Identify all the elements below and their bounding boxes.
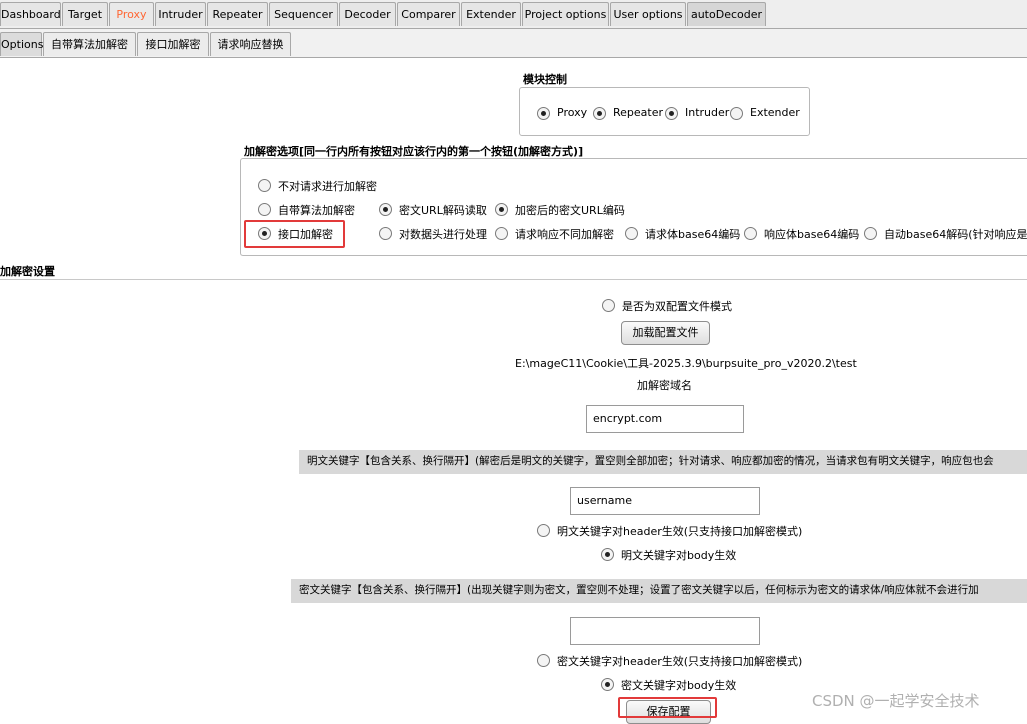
header-process-label: 对数据头进行处理 [399, 228, 487, 241]
dual-config-label: 是否为双配置文件模式 [622, 300, 732, 313]
settings-title: 加解密设置 [0, 265, 55, 278]
module-control-title: 模块控制 [523, 73, 567, 86]
module-intruder-label: Intruder [685, 106, 730, 119]
tab-intruder[interactable]: Intruder [155, 2, 206, 26]
cipher-header-label: 密文关键字对header生效(只支持接口加解密模式) [557, 655, 803, 668]
encdec-options-title: 加解密选项[同一行内所有按钮对应该行内的第一个按钮(加解密方式)] [244, 145, 584, 158]
plain-header-label: 明文关键字对header生效(只支持接口加解密模式) [557, 525, 803, 538]
plain-body-radio[interactable] [601, 548, 614, 561]
module-proxy-radio[interactable] [537, 107, 550, 120]
diff-req-resp-label: 请求响应不同加解密 [515, 228, 614, 241]
highlight-save-config [618, 697, 717, 718]
tab-proxy[interactable]: Proxy [109, 2, 154, 26]
builtin-encdec-label: 自带算法加解密 [278, 204, 355, 217]
header-process-radio[interactable] [379, 227, 392, 240]
tab-comparer[interactable]: Comparer [397, 2, 460, 26]
req-body-b64-radio[interactable] [625, 227, 638, 240]
watermark: CSDN @一起学安全技术 [812, 692, 980, 710]
module-repeater-radio[interactable] [593, 107, 606, 120]
subtab-options[interactable]: Options [0, 32, 43, 56]
builtin-encdec-radio[interactable] [258, 203, 271, 216]
no-encdec-radio[interactable] [258, 179, 271, 192]
module-intruder-radio[interactable] [665, 107, 678, 120]
auto-b64-decode-radio[interactable] [864, 227, 877, 240]
plain-keyword-description: 明文关键字【包含关系、换行隔开】(解密后是明文的关键字，置空则全部加密；针对请求… [299, 450, 1027, 474]
resp-body-b64-label: 响应体base64编码 [764, 228, 860, 241]
tab-target[interactable]: Target [62, 2, 108, 26]
tab-user-options[interactable]: User options [610, 2, 686, 26]
subtab-builtin-algorithm[interactable]: 自带算法加解密 [43, 32, 136, 56]
auto-b64-decode-label: 自动base64解码(针对响应是b [884, 228, 1027, 241]
subtab-request-response-replace[interactable]: 请求响应替换 [210, 32, 291, 56]
domain-label: 加解密域名 [637, 379, 692, 392]
req-body-b64-label: 请求体base64编码 [645, 228, 741, 241]
tab-sequencer[interactable]: Sequencer [269, 2, 338, 26]
tab-dashboard[interactable]: Dashboard [0, 2, 61, 26]
cipher-url-encode-label: 加密后的密文URL编码 [515, 204, 625, 217]
settings-divider [0, 279, 1027, 280]
cipher-body-radio[interactable] [601, 678, 614, 691]
cipher-header-radio[interactable] [537, 654, 550, 667]
main-tab-bar: Dashboard Target Proxy Intruder Repeater… [0, 0, 1027, 29]
tab-repeater[interactable]: Repeater [207, 2, 268, 26]
resp-body-b64-radio[interactable] [744, 227, 757, 240]
load-config-button[interactable]: 加载配置文件 [621, 321, 710, 345]
cipher-keyword-input[interactable] [570, 617, 760, 645]
cipher-keyword-description: 密文关键字【包含关系、换行隔开】(出现关键字则为密文，置空则不处理；设置了密文关… [291, 579, 1027, 603]
tab-extender[interactable]: Extender [461, 2, 521, 26]
subtab-interface-encdec[interactable]: 接口加解密 [137, 32, 209, 56]
tab-autodecoder[interactable]: autoDecoder [687, 2, 766, 26]
module-proxy-label: Proxy [557, 106, 588, 119]
cipher-url-encode-radio[interactable] [495, 203, 508, 216]
tab-project-options[interactable]: Project options [522, 2, 609, 26]
plain-header-radio[interactable] [537, 524, 550, 537]
plain-body-label: 明文关键字对body生效 [621, 549, 737, 562]
plain-keyword-input[interactable]: username [570, 487, 760, 515]
cipher-url-decode-label: 密文URL解码读取 [399, 204, 487, 217]
tab-decoder[interactable]: Decoder [339, 2, 396, 26]
module-extender-radio[interactable] [730, 107, 743, 120]
config-path: E:\mageC11\Cookie\工具-2025.3.9\burpsuite_… [515, 357, 857, 370]
highlight-interface-encdec [244, 220, 345, 248]
cipher-url-decode-radio[interactable] [379, 203, 392, 216]
module-repeater-label: Repeater [613, 106, 664, 119]
dual-config-radio[interactable] [602, 299, 615, 312]
module-extender-label: Extender [750, 106, 800, 119]
no-encdec-label: 不对请求进行加解密 [278, 180, 377, 193]
diff-req-resp-radio[interactable] [495, 227, 508, 240]
cipher-body-label: 密文关键字对body生效 [621, 679, 737, 692]
sub-tab-bar: Options 自带算法加解密 接口加解密 请求响应替换 [0, 29, 1027, 58]
domain-input[interactable]: encrypt.com [586, 405, 744, 433]
